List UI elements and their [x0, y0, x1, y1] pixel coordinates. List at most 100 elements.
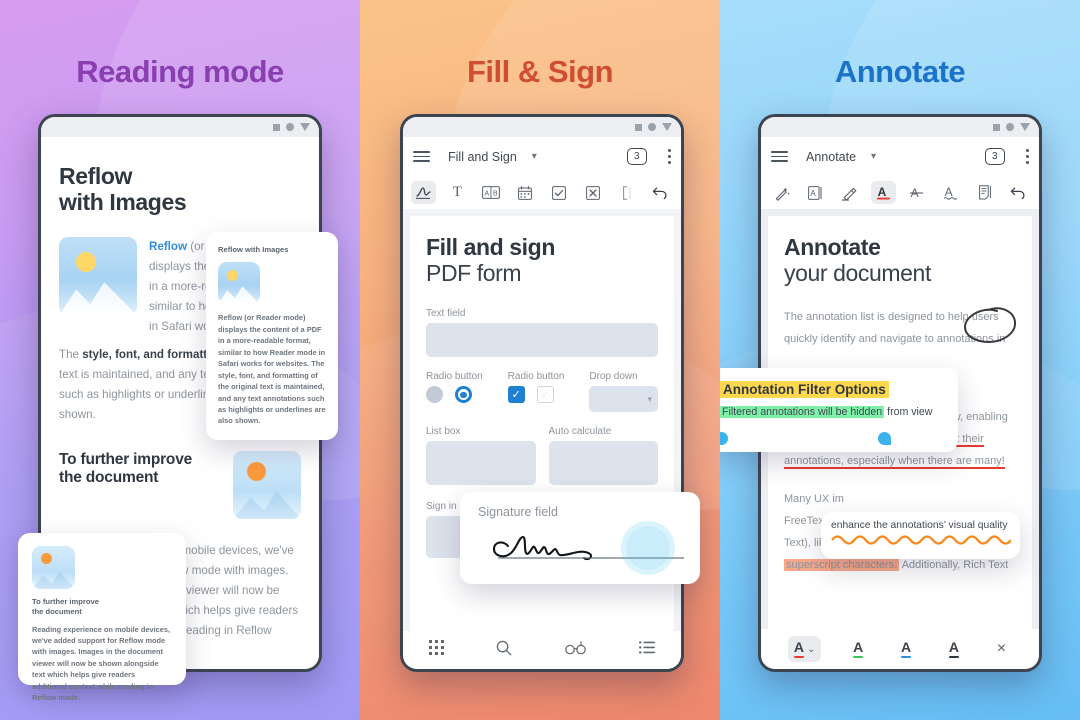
text-field-input[interactable]: [426, 323, 658, 358]
listbox-field[interactable]: [426, 441, 536, 486]
thumbnails-icon[interactable]: [429, 640, 445, 660]
svg-text:A: A: [877, 185, 886, 199]
card-title-line-1: To further improve: [32, 597, 99, 606]
card-title: Signature field: [478, 505, 558, 519]
document-heading: Annotate your document: [784, 234, 1016, 286]
card-body: Reading experience on mobile devices, we…: [32, 624, 171, 703]
card-title-line-2: the document: [32, 607, 82, 617]
chevron-down-icon[interactable]: ▾: [532, 151, 537, 162]
text-box-tool-icon[interactable]: AB: [479, 181, 504, 204]
radio-unselected[interactable]: [426, 386, 443, 404]
undo-tool-icon[interactable]: [648, 181, 673, 204]
more-options-icon[interactable]: [1025, 149, 1029, 164]
outline-list-icon[interactable]: [638, 641, 655, 659]
close-glyph: ×: [996, 640, 1007, 657]
annotation-filter-card: Annotation Filter Options Filtered annot…: [720, 368, 958, 452]
page-count-badge[interactable]: 3: [985, 148, 1005, 165]
touch-ripple: [626, 526, 670, 570]
card-title: To further improve the document: [32, 597, 172, 618]
feature-panels: Reading mode Reflow with Images Reflow (…: [0, 0, 1080, 720]
color-option-red[interactable]: A ⌄: [787, 636, 822, 662]
status-bar: [403, 117, 681, 137]
checkbox-checked[interactable]: ✓: [507, 386, 525, 404]
chevron-down-icon[interactable]: ⌄: [807, 644, 815, 655]
strikethrough-tool-icon[interactable]: A: [904, 181, 929, 204]
chevron-down-icon[interactable]: ▾: [871, 151, 876, 162]
reading-mode-glasses-icon[interactable]: [564, 640, 587, 660]
auto-calculate-field[interactable]: [548, 441, 658, 486]
panel-annotate: Annotate Annotate ▾ 3 A A A A Annotate y…: [720, 0, 1080, 720]
search-icon[interactable]: [496, 640, 512, 661]
menu-icon[interactable]: [771, 150, 788, 163]
magic-pen-tool-icon[interactable]: [769, 181, 794, 204]
dropdown-select[interactable]: ▾: [589, 386, 659, 413]
field-label-text: Text field: [426, 308, 466, 320]
color-letter: A: [901, 640, 912, 658]
signature-tool-icon[interactable]: [411, 181, 436, 204]
color-letter: A: [948, 640, 960, 658]
panel-title: Reading mode: [76, 54, 284, 89]
text-box-tool-icon[interactable]: A: [803, 181, 828, 204]
subheading-line-1: To further improve: [59, 450, 193, 468]
ink-circle-annotation: [963, 307, 1017, 344]
highlighter-tool-icon[interactable]: [837, 181, 862, 204]
color-option-blue[interactable]: A: [895, 636, 917, 662]
page-count-badge[interactable]: 3: [627, 148, 647, 165]
more-options-icon[interactable]: [667, 149, 671, 164]
field-label-radio-2: Radio button: [507, 371, 565, 383]
stop-icon: [993, 123, 1000, 131]
selection-handle-left[interactable]: [720, 432, 728, 445]
stop-icon: [635, 123, 642, 131]
subheading-line-2: the document: [59, 469, 159, 487]
date-tool-icon[interactable]: [513, 181, 538, 204]
app-bar: Fill and Sign ▾ 3: [403, 137, 681, 176]
form-heading: Fill and sign PDF form: [426, 234, 658, 286]
filter-tail-text: from view: [884, 406, 933, 418]
inline-link[interactable]: Reflow: [149, 240, 187, 253]
text-tool-icon[interactable]: T: [445, 181, 470, 204]
squiggly-underline-annotation: [831, 535, 1013, 545]
status-bar: [41, 117, 319, 137]
filter-card-body: Filtered annotations will be hidden from…: [720, 406, 944, 418]
triangle-down-icon: [662, 123, 672, 131]
filter-highlighted-text: Filtered annotations will be hidden: [720, 406, 885, 418]
bracket-tool-icon[interactable]: [614, 181, 639, 204]
app-mode-label: Annotate: [806, 149, 857, 164]
document-image: [233, 450, 301, 519]
signature-field-card: Signature field: [460, 492, 700, 584]
selection-handle-right[interactable]: [878, 432, 891, 445]
panel-fill-and-sign: Fill & Sign Fill and Sign ▾ 3 T A B Fill…: [360, 0, 720, 720]
further-improve-card: To further improve the document Reading …: [18, 533, 186, 702]
note-tool-icon[interactable]: [972, 181, 997, 204]
card-image: [32, 546, 75, 589]
circle-icon: [1006, 123, 1014, 131]
close-icon[interactable]: ×: [991, 637, 1012, 661]
squiggly-tool-icon[interactable]: A: [938, 181, 963, 204]
para3-tail: Additionally, Rich Text: [899, 559, 1009, 572]
underline-tool-icon[interactable]: A: [870, 181, 896, 204]
radio-selected[interactable]: [455, 386, 472, 404]
heading-line-1: Annotate: [784, 234, 881, 260]
checkbox-tool-icon[interactable]: [546, 181, 571, 204]
cross-tool-icon[interactable]: [580, 181, 605, 204]
svg-text:A: A: [485, 190, 490, 197]
field-label-radio-1: Radio button: [426, 371, 483, 383]
document-heading: Reflow with Images: [59, 163, 301, 215]
heading-line-2: with Images: [59, 189, 187, 216]
checkbox-unchecked[interactable]: ✓: [536, 386, 554, 404]
enhance-annotations-card: enhance the annotations’ visual quality: [821, 512, 1020, 559]
color-option-green[interactable]: A: [847, 636, 869, 662]
menu-icon[interactable]: [413, 150, 430, 163]
color-letter: A: [793, 640, 805, 658]
undo-tool-icon[interactable]: [1006, 181, 1031, 204]
reflow-preview-card: Reflow with Images Reflow (or Reader mod…: [206, 232, 338, 440]
svg-text:A: A: [945, 185, 953, 199]
app-mode-label: Fill and Sign: [448, 149, 517, 164]
color-option-black[interactable]: A: [943, 636, 965, 662]
card-title: Reflow with Images: [218, 245, 289, 254]
para2-line-3: annotations, especially when there are m…: [784, 450, 1005, 472]
heading-line-1: Reflow: [59, 163, 132, 189]
bottom-navigation: [403, 631, 681, 669]
svg-text:B: B: [493, 190, 498, 197]
color-letter: A: [853, 640, 864, 658]
